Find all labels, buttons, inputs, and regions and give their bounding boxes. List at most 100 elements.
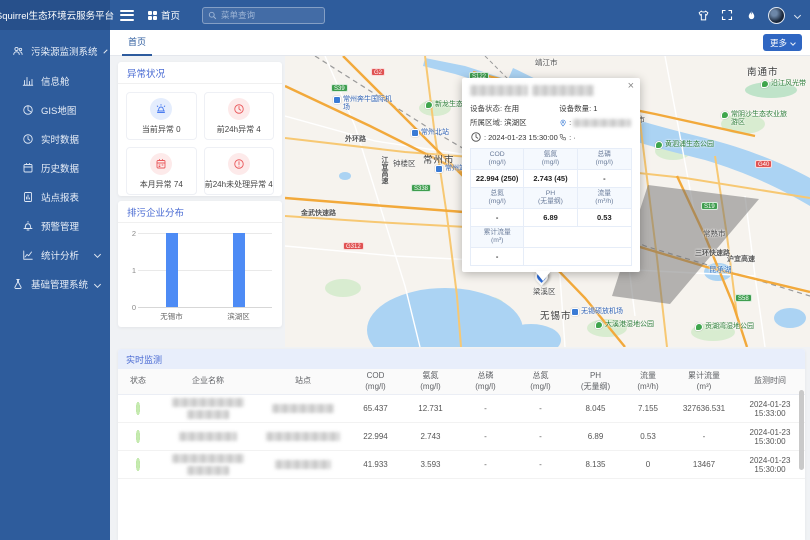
breadcrumb[interactable]: 首页 — [148, 8, 180, 22]
popup-close-icon[interactable]: × — [628, 81, 634, 92]
enterprise-distribution-card: 排污企业分布 012 无锡市滨湖区 — [118, 201, 282, 327]
column-header: PH(无量纲) — [568, 371, 623, 392]
popup-metric-header: PH(无量纲) — [524, 188, 577, 209]
empty-cell — [578, 248, 631, 266]
cell-tn: - — [513, 460, 568, 469]
table-row[interactable]: 22.9942.743--6.890.53-2024-01-23 15:30:0… — [118, 423, 805, 451]
sidebar-item-infohub[interactable]: 信息舱 — [0, 66, 110, 95]
status-indicator — [136, 430, 140, 443]
phone-icon — [559, 133, 567, 141]
popup-arrow — [535, 271, 551, 281]
warning-icon — [228, 153, 250, 175]
transport-poi-icon — [411, 129, 419, 137]
map-poi[interactable]: 常阴沙生态农业旅游区 — [721, 111, 789, 127]
map-poi[interactable]: 大溪港湿地公园 — [595, 321, 654, 329]
scrollbar-thumb[interactable] — [799, 390, 804, 470]
road-shield: S58 — [735, 294, 752, 302]
sidebar-item-report[interactable]: 站点报表 — [0, 182, 110, 211]
empty-cell — [524, 248, 577, 266]
map-poi[interactable]: 沿江风光带 — [761, 80, 806, 88]
cell-flow: 0 — [623, 460, 673, 469]
sidebar-item-label: 预警管理 — [41, 219, 79, 233]
map-poi[interactable]: 常州奔牛国际机场 — [333, 96, 395, 112]
map-label: 金武快速路 — [301, 208, 336, 218]
transport-poi-icon — [571, 308, 579, 316]
stat-card[interactable]: 前24h未处理异常 4 — [204, 147, 275, 195]
menu-collapse-icon[interactable] — [120, 10, 134, 21]
park-poi-icon — [761, 80, 769, 88]
map-label: 南通市 — [747, 64, 779, 78]
sidebar-item-realtime[interactable]: 实时数据 — [0, 124, 110, 153]
sidebar-item-gis[interactable]: GIS地图 — [0, 95, 110, 124]
map-poi[interactable]: 无锡硕放机场 — [571, 308, 623, 316]
flame-icon[interactable] — [744, 8, 758, 22]
road-shield: S19 — [701, 202, 718, 210]
sidebar-item-label: 污染源监测系统 — [31, 44, 98, 58]
realtime-icon — [22, 133, 34, 145]
road-shield: S338 — [411, 184, 431, 192]
table-row[interactable]: 41.9333.593--8.1350134672024-01-23 15:30… — [118, 451, 805, 479]
gis-icon — [22, 104, 34, 116]
search-icon — [208, 11, 217, 20]
chevron-down-icon — [94, 280, 101, 287]
sidebar-item-history[interactable]: 历史数据 — [0, 153, 110, 182]
map-popup: × 设备状态:在用设备数量:1所属区域:滨湖区::2024-01-23 15:3… — [462, 78, 640, 272]
park-poi-icon — [695, 323, 703, 331]
status-indicator — [136, 402, 140, 415]
cell-tp: - — [458, 432, 513, 441]
map-label: 靖江市 — [535, 57, 558, 68]
map-poi[interactable]: 黄泗浦生态公园 — [655, 141, 714, 149]
station-name-redacted — [258, 432, 348, 441]
sidebar-item-label: 实时数据 — [41, 132, 79, 146]
theme-skin-icon[interactable] — [696, 8, 710, 22]
stat-label: 前24h未处理异常 4 — [205, 179, 273, 190]
stats-icon — [22, 249, 34, 261]
more-button[interactable]: 更多 — [763, 34, 802, 51]
table-row[interactable]: 65.43712.731--8.0457.155327636.5312024-0… — [118, 395, 805, 423]
tab-home[interactable]: 首页 — [122, 30, 152, 56]
fullscreen-icon[interactable] — [720, 8, 734, 22]
sidebar-item-label: 统计分析 — [41, 248, 79, 262]
sidebar-item-settings[interactable]: 基础管理系统 — [0, 269, 110, 299]
cell-ph: 6.89 — [568, 432, 623, 441]
sidebar-item-stats[interactable]: 统计分析 — [0, 240, 110, 269]
stat-card[interactable]: 本月异常 74 — [126, 147, 197, 195]
search-input[interactable] — [221, 10, 319, 20]
bar[interactable] — [233, 233, 245, 307]
home-grid-icon — [148, 11, 157, 20]
bar[interactable] — [166, 233, 178, 307]
park-poi-icon — [595, 321, 603, 329]
realtime-monitor-panel: 实时监测 状态企业名称站点COD(mg/l)氨氮(mg/l)总磷(mg/l)总氮… — [118, 349, 805, 540]
cell-nh3: 2.743 — [403, 432, 458, 441]
user-menu-chevron-icon[interactable] — [794, 11, 801, 18]
popup-metric-value: - — [471, 248, 524, 266]
map-label: 梁溪区 — [533, 286, 556, 297]
column-header: 监测时间 — [735, 376, 805, 386]
column-header: 累计流量(m³) — [673, 371, 735, 392]
pin-icon — [559, 119, 567, 127]
popup-metrics-table: COD(mg/l)氨氮(mg/l)总磷(mg/l)22.994 (250)2.7… — [470, 148, 632, 266]
popup-metric-header: 总氮(mg/l) — [471, 188, 524, 209]
road-shield: G2 — [371, 68, 385, 76]
gis-map[interactable]: 靖江市南通市张家港市常州市钟楼区常熟市无锡市梁溪区昆承湖三环快速路金武快速路外环… — [285, 56, 810, 347]
map-label: 钟楼区 — [393, 158, 416, 169]
map-poi[interactable]: 贡湖湾湿地公园 — [695, 323, 754, 331]
user-avatar[interactable] — [768, 7, 785, 24]
stat-card[interactable]: 前24h异常 4 — [204, 92, 275, 140]
report-icon — [22, 191, 34, 203]
sidebar-item-label: 站点报表 — [41, 190, 79, 204]
abnormal-status-title: 异常状况 — [118, 62, 282, 84]
sidebar-item-alert[interactable]: 预警管理 — [0, 211, 110, 240]
stat-card[interactable]: 当前异常 0 — [126, 92, 197, 140]
breadcrumb-label: 首页 — [161, 8, 180, 22]
map-label: 江宜高速 — [379, 156, 389, 184]
cell-tp: - — [458, 460, 513, 469]
popup-field: :2024-01-23 15:30:00 — [470, 131, 559, 143]
popup-field: :· — [559, 131, 632, 143]
menu-search[interactable] — [202, 7, 325, 24]
map-poi[interactable]: 常州北站 — [411, 129, 449, 137]
company-name-redacted — [158, 398, 258, 419]
popup-metric-header: 累计流量(m³) — [471, 227, 524, 248]
cell-time: 2024-01-23 15:33:00 — [735, 400, 805, 418]
sidebar-item-system[interactable]: 污染源监测系统 — [0, 36, 110, 66]
